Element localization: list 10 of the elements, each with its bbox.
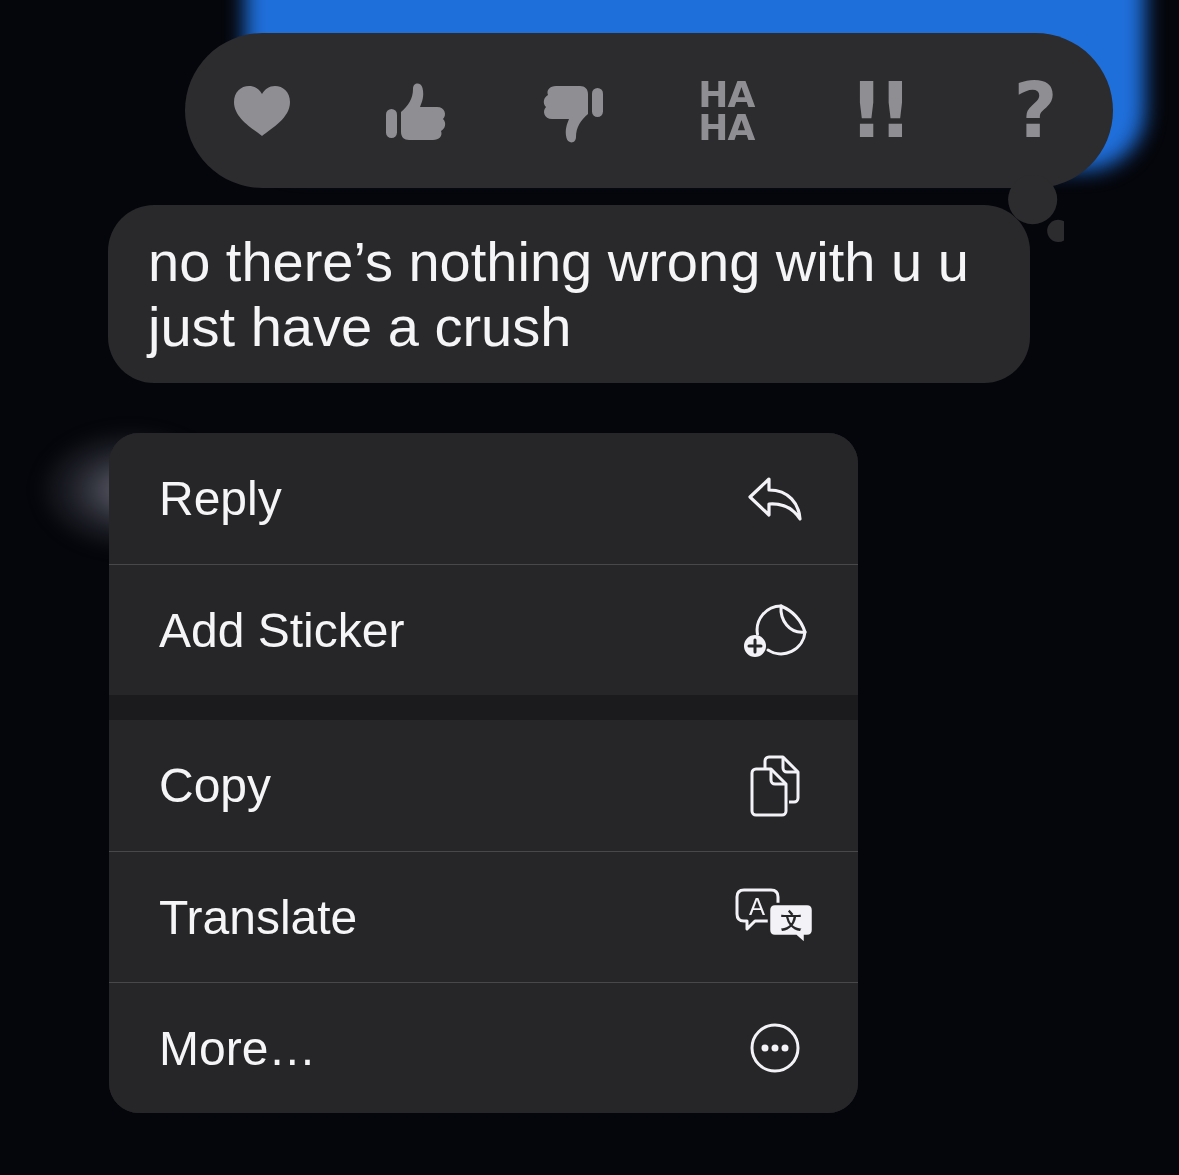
add-sticker-icon — [743, 602, 807, 658]
haha-reaction[interactable]: HA HA — [692, 77, 761, 144]
question-reaction[interactable]: ? — [1007, 70, 1064, 151]
message-text: no there’s nothing wrong with u u just have a crush — [148, 229, 970, 359]
reply-arrow-icon — [747, 475, 803, 522]
menu-item[interactable]: More… — [109, 982, 858, 1113]
heart-icon[interactable] — [232, 84, 293, 137]
more-icon — [750, 1023, 800, 1073]
exclamation-reaction[interactable]: !! — [843, 70, 919, 151]
copy-documents-icon — [749, 754, 801, 817]
